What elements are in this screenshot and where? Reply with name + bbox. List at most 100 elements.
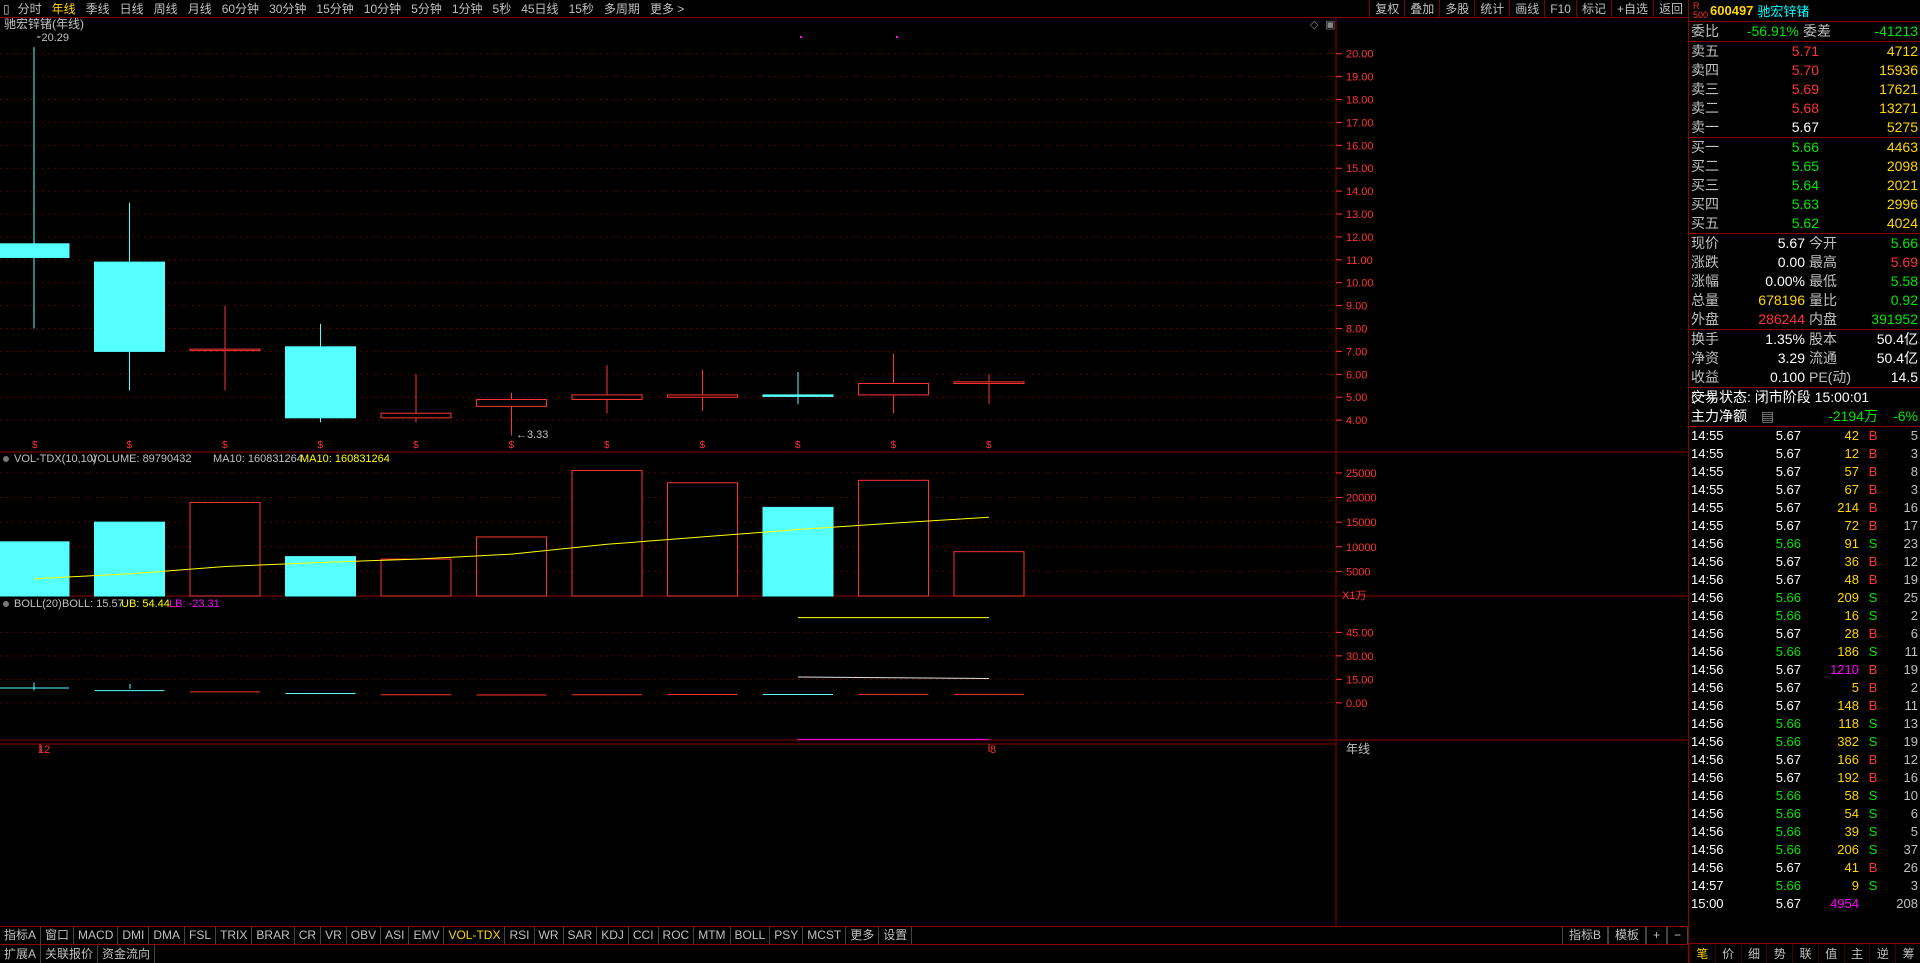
toolbar-button[interactable]: +自选 (1610, 0, 1653, 18)
tick-list[interactable]: 14:55 5.67 42 B 5 14:55 5.67 12 B 3 14:55 5.67 57 B 8 1… (1689, 427, 1920, 913)
indicator-tab[interactable]: CR (295, 927, 322, 944)
period-tab[interactable]: 日线 (115, 0, 149, 18)
period-tab[interactable]: 30分钟 (264, 0, 311, 18)
indicator-right-tab[interactable]: + (1645, 927, 1667, 944)
volume-bar[interactable] (571, 469, 643, 597)
sidebar-bottom-tab[interactable]: 势 (1766, 944, 1792, 963)
toolbar-menu-icon[interactable]: ▯ (0, 0, 13, 18)
candle-body[interactable] (762, 394, 834, 397)
period-tab[interactable]: 15秒 (564, 0, 599, 18)
toolbar-button[interactable]: 叠加 (1404, 0, 1439, 18)
toolbar-button[interactable]: 复权 (1369, 0, 1404, 18)
volume-bar[interactable] (953, 551, 1025, 597)
candle-body[interactable] (476, 398, 547, 407)
period-tab[interactable]: 10分钟 (359, 0, 406, 18)
candle-body[interactable] (571, 394, 643, 400)
indicator-tab[interactable]: MACD (74, 927, 119, 944)
window-icon[interactable]: ▣ (1325, 19, 1335, 31)
indicator-tab[interactable]: ROC (659, 927, 695, 944)
period-tab[interactable]: 分时 (13, 0, 47, 18)
indicator-tab[interactable]: WR (535, 927, 564, 944)
indicator-tab[interactable]: DMI (118, 927, 150, 944)
period-tab[interactable]: 月线 (183, 0, 217, 18)
kline-chart-svg[interactable]: 20.00 19.00 18.00 17.00 16.00 15.00 14.00 13.00… (0, 16, 1688, 926)
toolbar-button[interactable]: 标记 (1575, 0, 1611, 18)
indicator-tab[interactable]: MTM (694, 927, 731, 944)
period-tab[interactable]: 季线 (81, 0, 115, 18)
sidebar-bottom-tab[interactable]: 笔 (1689, 944, 1715, 963)
period-tab[interactable]: 5分钟 (406, 0, 447, 18)
candle-body[interactable] (667, 394, 738, 398)
period-tab[interactable]: 年线 (47, 0, 81, 18)
sidebar-bottom-tab[interactable]: 细 (1740, 944, 1767, 963)
toolbar-button[interactable]: F10 (1544, 0, 1576, 18)
indicator-tab[interactable]: ASI (381, 927, 410, 944)
indicator-tab[interactable]: VOL-TDX (444, 927, 506, 944)
indicator-tab[interactable]: BRAR (252, 927, 295, 944)
indicator-right-tab[interactable]: 指标B (1561, 927, 1608, 944)
sidebar-bottom-tab[interactable]: 值 (1817, 944, 1844, 963)
sidebar-bottom-tab[interactable]: 联 (1792, 944, 1818, 963)
indicator-tab[interactable]: TRIX (216, 927, 253, 944)
indicator-right-tab[interactable]: 模板 (1607, 927, 1646, 944)
volume-bar[interactable] (858, 479, 929, 597)
candle-body[interactable] (380, 412, 452, 419)
chart-area[interactable]: 20.00 19.00 18.00 17.00 16.00 15.00 14.00 13.00… (0, 16, 1688, 926)
period-tab[interactable]: 周线 (149, 0, 183, 18)
tick-price: 5.67 (1775, 662, 1801, 677)
volume-bar[interactable] (762, 506, 834, 597)
indicator-tab[interactable]: KDJ (597, 927, 629, 944)
period-tab[interactable]: 多周期 (599, 0, 645, 18)
toolbar-button[interactable]: 画线 (1509, 0, 1544, 18)
extension-tab[interactable]: 扩展A (0, 945, 42, 963)
sidebar-bottom-tab[interactable]: 筹 (1895, 944, 1920, 963)
period-tab[interactable]: 45日线 (516, 0, 563, 18)
candle-body[interactable] (285, 346, 356, 419)
sidebar-bottom-tab[interactable]: 主 (1843, 944, 1870, 963)
toolbar-button[interactable]: 多股 (1439, 0, 1474, 18)
indicator-tab[interactable]: 指标A (0, 927, 42, 944)
toolbar-button[interactable]: 统计 (1474, 0, 1509, 18)
indicator-tab[interactable]: BOLL (731, 927, 771, 944)
indicator-tab[interactable]: FSL (185, 927, 217, 944)
boll-toggle-icon[interactable] (3, 601, 9, 607)
candle-body[interactable] (94, 261, 165, 352)
indicator-tab[interactable]: 窗口 (41, 927, 75, 944)
indicator-tab[interactable]: OBV (347, 927, 382, 944)
candle-body[interactable] (858, 382, 929, 396)
stock-name[interactable]: 驰宏锌锗 (1757, 1, 1809, 20)
indicator-tab[interactable]: PSY (770, 927, 804, 944)
period-tab[interactable]: 60分钟 (217, 0, 264, 18)
indicator-tab[interactable]: 更多 (846, 927, 880, 944)
volume-bar[interactable] (189, 501, 261, 597)
candle-body[interactable] (189, 348, 261, 352)
indicator-tab[interactable]: DMA (149, 927, 186, 944)
extension-tab[interactable]: 关联报价 (41, 945, 99, 963)
indicator-right-tab[interactable]: − (1666, 927, 1688, 944)
volume-bar[interactable] (380, 558, 452, 597)
candle-body[interactable] (0, 243, 70, 259)
volume-bar[interactable] (476, 536, 547, 597)
indicator-tab[interactable]: SAR (564, 927, 598, 944)
period-tab[interactable]: 更多 > (645, 0, 689, 18)
main-flow-chart-icon[interactable]: ▤ (1761, 407, 1775, 426)
indicator-tab[interactable]: 设置 (879, 927, 913, 944)
period-tab[interactable]: 1分钟 (447, 0, 488, 18)
period-tab[interactable]: 5秒 (488, 0, 517, 18)
indicator-tab[interactable]: RSI (505, 927, 535, 944)
indicator-tab[interactable]: VR (321, 927, 347, 944)
indicator-tab[interactable]: MCST (803, 927, 847, 944)
sidebar-bottom-tab[interactable]: 逆 (1869, 944, 1895, 963)
volume-bar[interactable] (94, 521, 165, 597)
diamond-icon[interactable]: ◇ (1310, 19, 1319, 31)
indicator-tab[interactable]: CCI (629, 927, 659, 944)
extension-tab[interactable]: 资金流向 (98, 945, 156, 963)
volume-bar[interactable] (667, 482, 738, 597)
sidebar-bottom-tab[interactable]: 价 (1714, 944, 1741, 963)
candle-body[interactable] (953, 381, 1025, 384)
indicator-tab[interactable]: EMV (409, 927, 445, 944)
volume-bar[interactable] (0, 541, 70, 597)
period-tab[interactable]: 15分钟 (311, 0, 358, 18)
vol-toggle-icon[interactable] (3, 456, 9, 462)
toolbar-button[interactable]: 返回 (1652, 0, 1688, 18)
